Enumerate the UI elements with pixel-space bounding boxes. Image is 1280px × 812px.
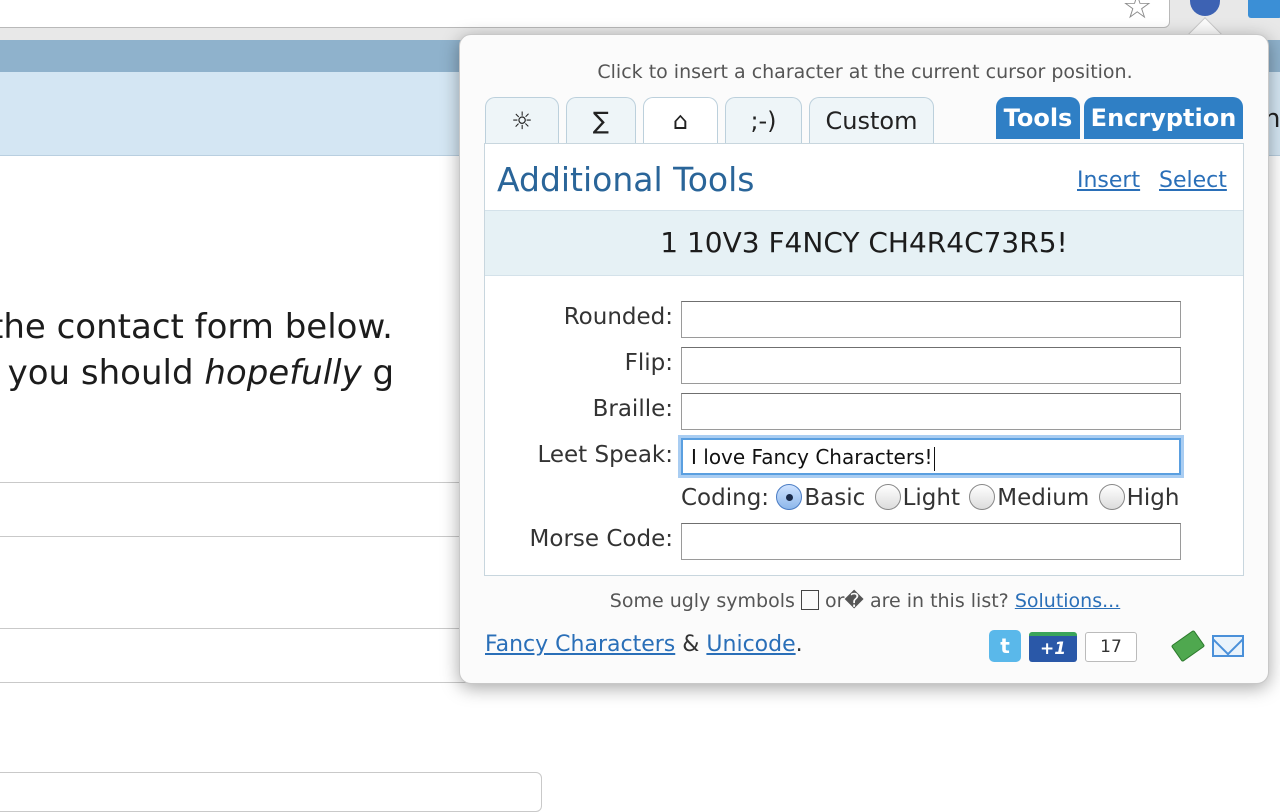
radio-medium[interactable] [969,484,996,510]
tools-panel: Additional Tools Insert Select 1 10V3 F4… [484,143,1244,576]
plus-one-count: 17 [1085,632,1137,662]
leet-speak-field[interactable]: I love Fancy Characters! [681,438,1181,475]
rounded-label: Rounded: [563,304,673,330]
mail-icon[interactable] [1212,635,1244,657]
form-field-border [0,682,470,683]
twitter-icon[interactable]: t [989,630,1021,662]
ugly-symbols-notice: Some ugly symbols or� are in this list? … [609,590,1121,612]
tab-sun-symbols[interactable]: ☼ [485,97,559,143]
missing-glyph-box [800,590,819,610]
coding-option-high[interactable]: High [1098,484,1179,511]
page-text-line-1: the contact form below. [0,307,393,347]
page-body-text: the contact form below. o you should hop… [0,304,470,396]
fancy-characters-link[interactable]: Fancy Characters [485,632,675,657]
leet-speak-label: Leet Speak: [537,442,673,468]
fancy-characters-popup: Click to insert a character at the curre… [459,34,1269,684]
tab-encryption[interactable]: Encryption [1084,97,1243,139]
page-text-line-2: o you should hopefully g [0,353,395,393]
extension-icon-2[interactable] [1248,0,1280,18]
insert-link[interactable]: Insert [1077,168,1140,193]
panel-title: Additional Tools [497,160,755,199]
select-link[interactable]: Select [1159,168,1227,193]
flip-label: Flip: [624,350,673,376]
coding-option-light[interactable]: Light [874,484,960,511]
solutions-link[interactable]: Solutions... [1015,590,1120,612]
tab-custom[interactable]: Custom [809,97,934,143]
form-field-border [0,482,470,483]
morse-code-label: Morse Code: [529,526,673,552]
rounded-field[interactable] [681,301,1181,338]
braille-field[interactable] [681,393,1181,430]
radio-light[interactable] [874,484,901,510]
google-plus-one-button[interactable]: +1 [1029,632,1077,662]
radio-high[interactable] [1098,484,1125,510]
star-icon[interactable]: ☆ [1122,0,1152,24]
coding-option-medium[interactable]: Medium [969,484,1089,511]
tab-emoticons[interactable]: ;-) [725,97,802,143]
tab-shapes[interactable]: ⌂ [643,97,718,143]
extension-icon[interactable] [1190,0,1220,16]
popup-hint: Click to insert a character at the curre… [597,61,1133,83]
form-field-border [0,536,470,537]
braille-label: Braille: [592,396,673,422]
form-textarea[interactable] [0,772,542,812]
leet-speak-value: I love Fancy Characters! [691,445,933,469]
replacement-glyph: � [844,590,864,612]
coding-label: Coding: [681,485,770,511]
radio-basic[interactable] [776,484,803,510]
text-cursor [933,446,935,471]
flip-field[interactable] [681,347,1181,384]
leet-preview: 1 10V3 F4NCY CH4R4C73R5! [485,210,1243,276]
coding-options: Coding: Basic Light Medium High [681,484,1181,511]
morse-code-field[interactable] [681,523,1181,560]
unicode-link[interactable]: Unicode [706,632,795,657]
donate-icon[interactable] [1170,629,1206,663]
coding-option-basic[interactable]: Basic [776,484,865,511]
form-field-border [0,628,470,629]
tab-tools[interactable]: Tools [996,97,1080,139]
address-bar[interactable] [0,0,1170,28]
footer-links: Fancy Characters & Unicode. [485,632,803,657]
tab-math-symbols[interactable]: ∑ [566,97,636,143]
